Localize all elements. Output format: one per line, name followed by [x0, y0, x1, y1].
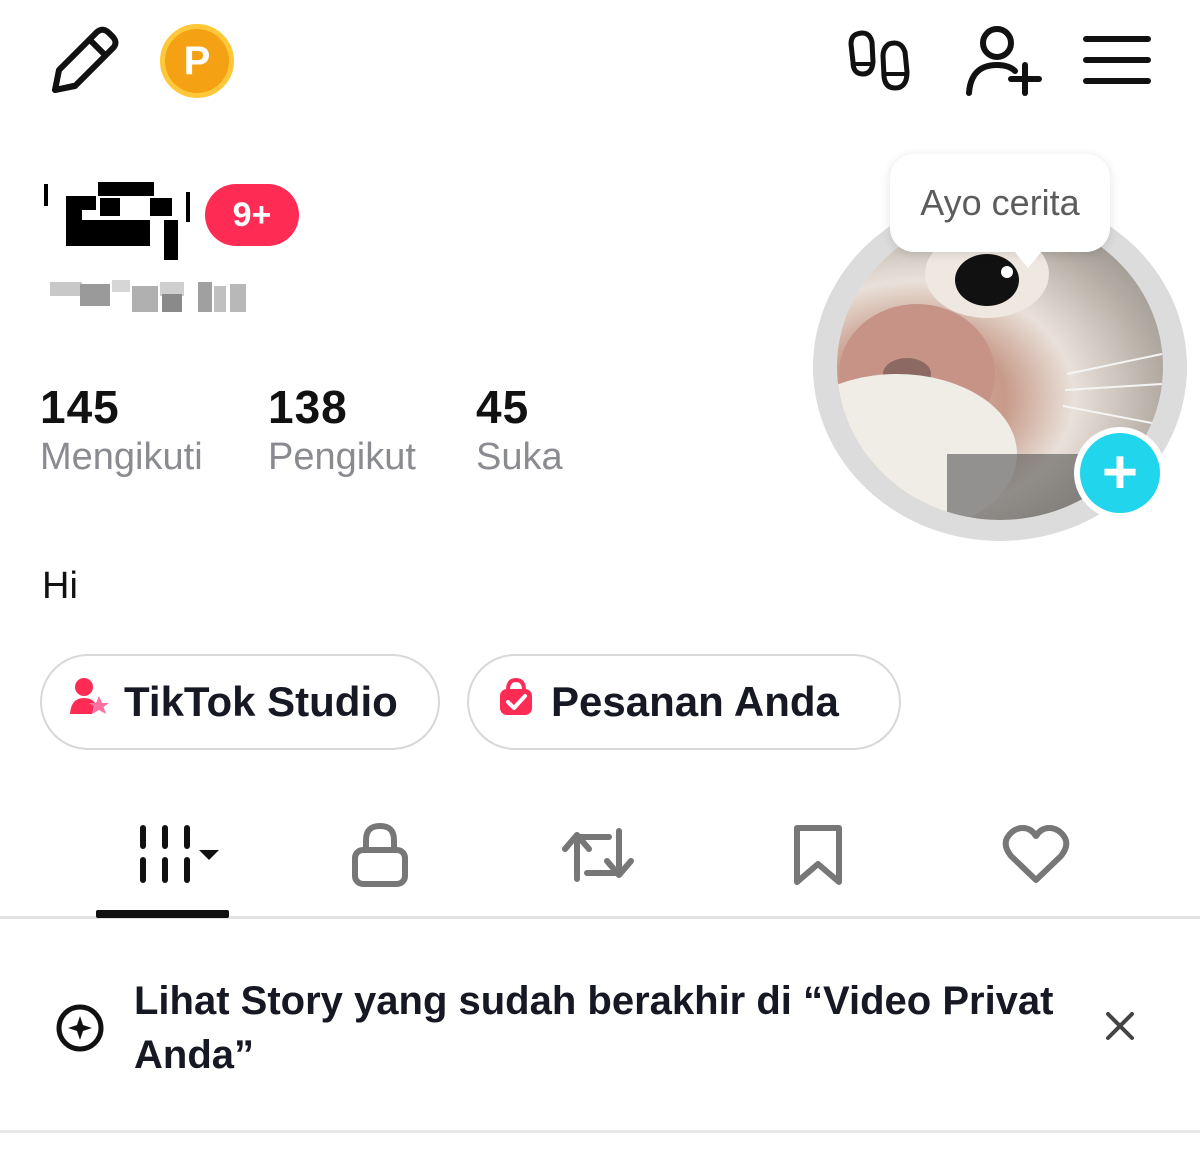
repost-icon — [562, 828, 634, 882]
tab-liked[interactable] — [986, 800, 1086, 910]
stat-value: 45 — [476, 381, 530, 433]
tab-reposts[interactable] — [548, 800, 648, 910]
story-prompt-bubble[interactable]: Ayo cerita — [890, 154, 1110, 252]
creator-studio-icon — [68, 676, 110, 728]
stat-label: Mengikuti — [40, 436, 203, 478]
tab-videos[interactable] — [96, 800, 229, 910]
stat-label: Suka — [476, 436, 563, 478]
pill-label: Pesanan Anda — [551, 678, 839, 725]
pill-label: TikTok Studio — [124, 678, 398, 725]
tab-private[interactable] — [330, 800, 430, 910]
stat-value: 138 — [268, 381, 348, 433]
bubble-tail — [1010, 246, 1046, 268]
content-tabs — [0, 800, 1200, 918]
username-redacted — [40, 176, 200, 266]
stat-following[interactable]: 145 Mengikuti — [40, 380, 203, 479]
stat-label: Pengikut — [268, 436, 416, 478]
footprints-icon[interactable] — [844, 26, 916, 98]
lock-icon — [352, 822, 408, 887]
tab-favorites[interactable] — [768, 800, 868, 910]
bottom-divider — [0, 1130, 1200, 1133]
pencil-icon[interactable] — [40, 22, 126, 102]
menu-icon[interactable] — [1080, 30, 1154, 90]
bio-text: Hi — [42, 565, 78, 607]
banner-text[interactable]: Lihat Story yang sudah berakhir di “Vide… — [134, 974, 1054, 1082]
shopping-bag-icon — [495, 676, 537, 728]
coin-icon[interactable]: P — [160, 24, 234, 98]
stat-value: 145 — [40, 381, 120, 433]
chevron-down-icon — [198, 850, 219, 860]
stat-followers[interactable]: 138 Pengikut — [268, 380, 416, 479]
active-tab-indicator — [96, 910, 229, 918]
profile-page: P 9+ 145 Mengikuti 138 Pengikut 45 Suka … — [0, 0, 1200, 1167]
notification-badge[interactable]: 9+ — [205, 184, 299, 246]
handle-redacted — [50, 280, 250, 314]
story-sparkle-icon — [52, 1000, 108, 1056]
add-friend-icon[interactable] — [962, 22, 1046, 98]
add-story-button[interactable]: + — [1074, 427, 1166, 519]
grid-icon — [139, 825, 190, 883]
stat-likes[interactable]: 45 Suka — [476, 380, 563, 479]
tiktok-studio-button[interactable]: TikTok Studio — [40, 654, 440, 750]
your-orders-button[interactable]: Pesanan Anda — [467, 654, 901, 750]
heart-icon — [1002, 825, 1070, 883]
close-icon[interactable] — [1098, 1004, 1142, 1048]
bookmark-icon — [794, 825, 842, 885]
